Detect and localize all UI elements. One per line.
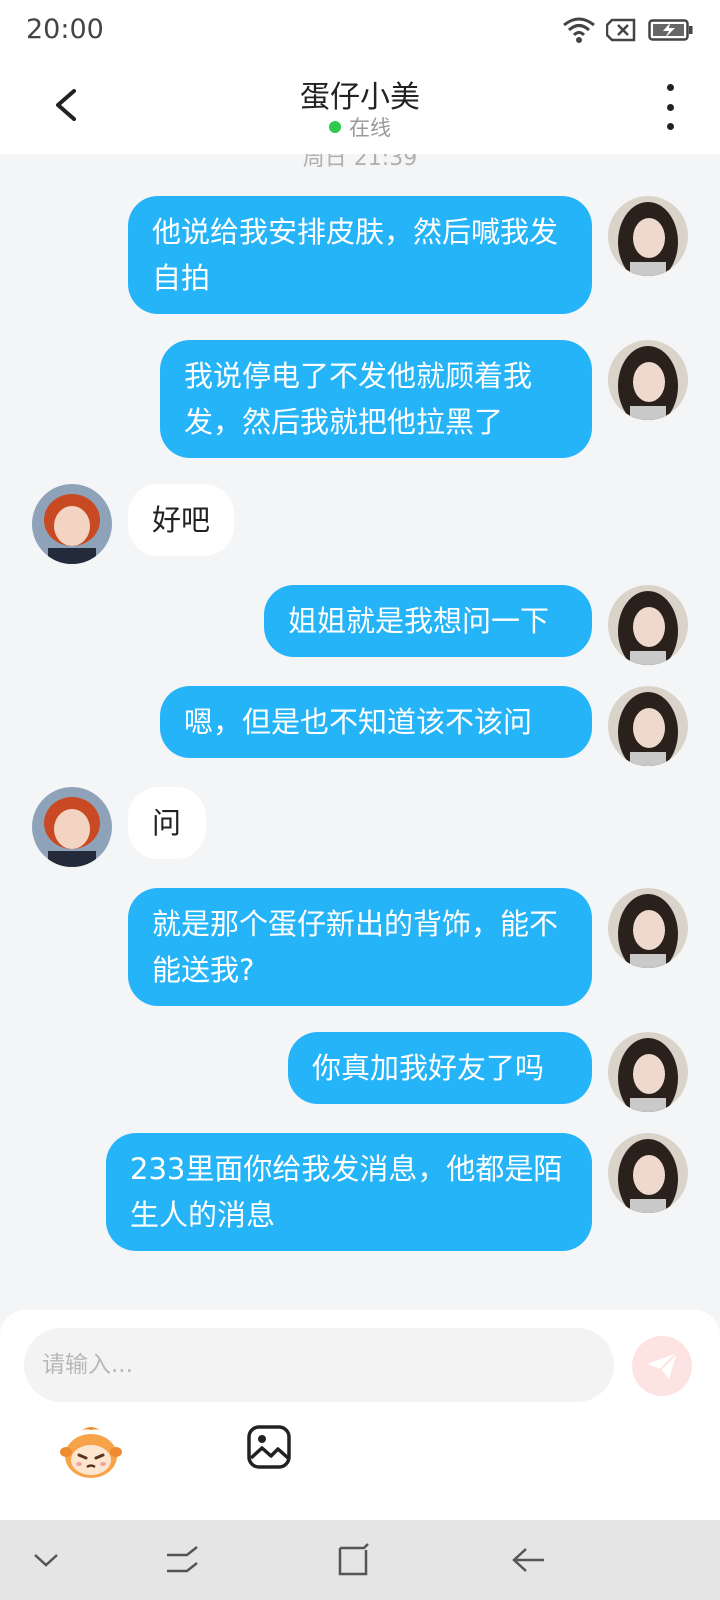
- my-avatar[interactable]: [608, 686, 688, 766]
- battery-charging-icon: [648, 19, 693, 41]
- outgoing-message[interactable]: 就是那个蛋仔新出的背饰，能不能送我?: [128, 888, 592, 1006]
- image-picker-button[interactable]: [246, 1424, 292, 1470]
- outgoing-message[interactable]: 我说停电了不发他就顾着我发，然后我就把他拉黑了: [160, 340, 592, 458]
- wifi-icon: [563, 17, 595, 43]
- girl-avatar-icon: [608, 686, 688, 766]
- nav-hide-button[interactable]: [24, 1538, 68, 1582]
- more-options-button[interactable]: [658, 84, 682, 130]
- outgoing-message[interactable]: 他说给我安排皮肤，然后喊我发自拍: [128, 196, 592, 314]
- message-list[interactable]: 周日 21:39 他说给我安排皮肤，然后喊我发自拍 我说停电了不发他就顾着我发，…: [0, 154, 720, 1304]
- anime-avatar-icon: [32, 787, 112, 867]
- contact-avatar[interactable]: [32, 484, 112, 564]
- incoming-message[interactable]: 好吧: [128, 484, 234, 556]
- online-status: 在线: [0, 112, 720, 142]
- more-dot-icon: [666, 123, 674, 130]
- more-dot-icon: [666, 103, 674, 111]
- recents-icon: [167, 1546, 198, 1573]
- nav-back-button[interactable]: [506, 1538, 550, 1582]
- home-square-icon: [338, 1543, 369, 1576]
- status-time: 20:00: [26, 14, 104, 45]
- outgoing-message[interactable]: 你真加我好友了吗: [288, 1032, 592, 1104]
- online-dot-icon: [329, 121, 341, 133]
- my-avatar[interactable]: [608, 1032, 688, 1112]
- nav-home-button[interactable]: [332, 1538, 376, 1582]
- send-button[interactable]: [632, 1336, 692, 1396]
- outgoing-message[interactable]: 嗯，但是也不知道该不该问: [160, 686, 592, 758]
- online-status-text: 在线: [349, 116, 391, 140]
- my-avatar[interactable]: [608, 196, 688, 276]
- mascot-emoji-icon: [60, 1427, 122, 1478]
- message-input[interactable]: [24, 1328, 614, 1402]
- my-avatar[interactable]: [608, 340, 688, 420]
- contact-name: 蛋仔小美: [300, 80, 420, 115]
- back-arrow-icon: [512, 1548, 544, 1572]
- status-bar: 20:00: [0, 0, 720, 62]
- no-sim-icon: [606, 18, 636, 42]
- girl-avatar-icon: [608, 196, 688, 276]
- my-avatar[interactable]: [608, 888, 688, 968]
- send-icon: [647, 1352, 678, 1379]
- girl-avatar-icon: [608, 1133, 688, 1213]
- more-dot-icon: [666, 84, 674, 91]
- contact-avatar[interactable]: [32, 787, 112, 867]
- anime-avatar-icon: [32, 484, 112, 564]
- girl-avatar-icon: [608, 1032, 688, 1112]
- chat-header: 蛋仔小美 在线: [0, 62, 720, 154]
- message-timestamp: 周日 21:39: [302, 154, 418, 171]
- chevron-down-icon: [34, 1554, 58, 1567]
- status-icons: [562, 16, 694, 44]
- system-nav-bar: [0, 1520, 720, 1600]
- eggy-sticker-button[interactable]: [60, 1422, 122, 1484]
- outgoing-message[interactable]: 姐姐就是我想问一下: [264, 585, 592, 657]
- girl-avatar-icon: [608, 340, 688, 420]
- my-avatar[interactable]: [608, 585, 688, 665]
- outgoing-message[interactable]: 233里面你给我发消息，他都是陌生人的消息: [106, 1133, 592, 1251]
- my-avatar[interactable]: [608, 1133, 688, 1213]
- image-icon: [247, 1425, 291, 1469]
- incoming-message[interactable]: 问: [128, 787, 206, 859]
- girl-avatar-icon: [608, 888, 688, 968]
- nav-recents-button[interactable]: [160, 1538, 204, 1582]
- input-panel: [0, 1310, 720, 1520]
- girl-avatar-icon: [608, 585, 688, 665]
